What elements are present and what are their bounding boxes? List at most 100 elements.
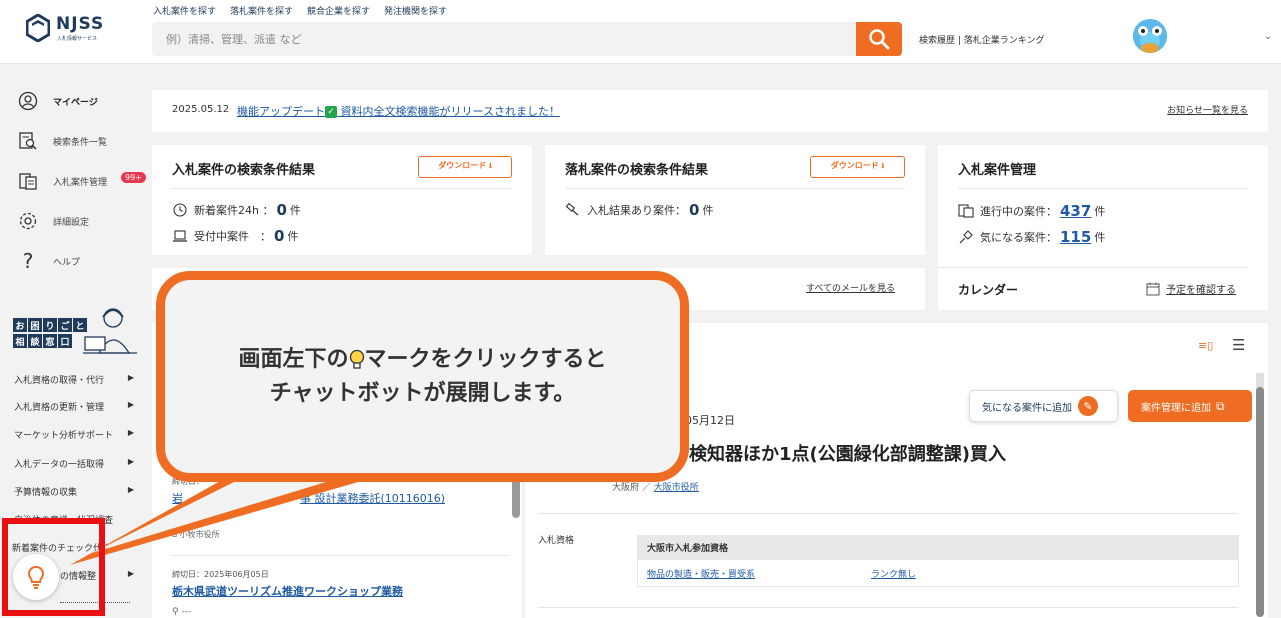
qualification-label: 入札資格: [538, 536, 575, 546]
download-button[interactable]: ダウンロード ⭳: [418, 156, 512, 178]
location-label: ⚲ ---: [172, 607, 192, 617]
top-nav: 入札案件を探す 落札案件を探す 競合企業を探す 発注機関を探す: [153, 4, 447, 17]
org-link[interactable]: 大阪市役所: [654, 483, 699, 493]
sidebar-link-budget[interactable]: 予算情報の収集 ▶: [14, 485, 134, 498]
add-to-manage-button[interactable]: 案件管理に追加 ⧉: [1128, 390, 1252, 422]
all-mail-link[interactable]: すべてのメールを見る: [806, 281, 895, 294]
logo-text: NJSS: [56, 14, 105, 34]
sidebar-item-search-list[interactable]: 検索条件一覧: [17, 130, 107, 152]
nav-search-competitors[interactable]: 競合企業を探す: [307, 4, 370, 17]
chevron-right-icon: ▶: [127, 373, 134, 382]
search-box: [152, 22, 856, 56]
sidebar-item-bid-manage[interactable]: 入札案件管理 99+: [17, 170, 147, 192]
sidebar-item-settings[interactable]: 詳細設定: [17, 210, 89, 232]
detail-title: ル検知器ほか1点(公園緑化部調整課)買入: [671, 444, 1006, 465]
callout-line-1: 画面左下の マークをクリックすると: [238, 346, 607, 372]
header-links[interactable]: 検索履歴 | 落札企業ランキング: [919, 33, 1045, 46]
divider: [565, 188, 905, 189]
detail-scroll-thumb[interactable]: [1256, 387, 1264, 617]
favorite-count-link[interactable]: 115: [1060, 228, 1091, 246]
chevron-right-icon: ▶: [127, 569, 134, 578]
help-char: 口: [58, 334, 72, 348]
deadline-label: 締切日：2025年06月05日: [172, 570, 269, 579]
frog-avatar-icon: [1133, 19, 1167, 53]
bid-manage-card: 入札案件管理 進行中の案件： 437 件 気になる案件： 115 件 カレンダー 予定を…: [938, 145, 1268, 310]
sidebar-item-label: 入札案件管理: [53, 177, 108, 188]
logo-subtext: 入札情報サービス: [57, 36, 98, 42]
lightbulb-icon: [349, 349, 364, 369]
sidebar-item-label: 詳細設定: [53, 217, 90, 228]
news-bar: 2025.05.12 機能アップデート ✓ 資料内全文検索機能がリリースされました…: [152, 90, 1268, 132]
bid-title-link[interactable]: 事 設計業務委託(10116016): [300, 490, 445, 506]
clock-icon: [173, 203, 187, 217]
award-search-card: 落札案件の検索条件結果 ダウンロード ⭳ 入札結果あり案件： 0 件: [545, 145, 925, 255]
qual-table-header: 大阪市入札参加資格: [637, 535, 1239, 559]
nav-search-agencies[interactable]: 発注機関を探す: [384, 4, 447, 17]
sidebar-link-market-support[interactable]: マーケット分析サポート ▶: [14, 428, 134, 441]
checkmark-icon: ✓: [325, 106, 337, 118]
search-button[interactable]: [856, 22, 902, 56]
divider: [938, 267, 1248, 268]
avatar[interactable]: [1133, 19, 1167, 53]
help-char: 談: [28, 334, 42, 348]
divider: [538, 607, 1238, 608]
open-bids-stat[interactable]: 受付中案件 ： 0 件: [172, 227, 298, 245]
news-link[interactable]: 機能アップデート ✓ 資料内全文検索機能がリリースされました！: [237, 103, 560, 119]
bid-title-link[interactable]: 岩: [172, 490, 183, 506]
calendar-link[interactable]: 予定を確認する: [1146, 281, 1236, 296]
question-icon: ?: [22, 249, 34, 273]
sidebar-item-label: 検索条件一覧: [53, 137, 108, 148]
pin-icon: [959, 230, 973, 244]
search-input[interactable]: [152, 22, 856, 56]
qual-category-link[interactable]: 物品の製造・販売・買受系: [647, 567, 755, 580]
user-circle-icon: [17, 90, 39, 112]
logo-hex-icon: [26, 14, 50, 42]
notification-badge: 99+: [121, 172, 146, 183]
download-button[interactable]: ダウンロード ⭳: [810, 156, 905, 178]
bid-title-link[interactable]: 栃木県武道ツーリズム推進ワークショップ業務: [172, 583, 403, 599]
nav-search-awards[interactable]: 落札案件を探す: [230, 4, 293, 17]
sidebar-item-help[interactable]: ? ヘルプ: [17, 249, 80, 273]
in-progress-count-link[interactable]: 437: [1060, 202, 1091, 220]
chatbot-button[interactable]: [13, 554, 59, 600]
instruction-callout: 画面左下の マークをクリックすると チャットボットが展開します。: [156, 271, 689, 482]
pin-icon: ✎: [1078, 396, 1098, 416]
gavel-icon: [565, 203, 579, 216]
news-date: 2025.05.12: [172, 104, 230, 115]
news-more-link[interactable]: お知らせ一覧を見る: [1167, 103, 1248, 116]
sidebar-link-bulk-data[interactable]: 入札データの一括取得 ▶: [14, 457, 134, 470]
document-icon: [958, 204, 974, 218]
gear-icon: [17, 210, 39, 232]
list-view-icon[interactable]: ☰: [1232, 336, 1245, 354]
new-bids-stat[interactable]: 新着案件24h ： 0 件: [172, 201, 301, 219]
bid-search-card: 入札案件の検索条件結果 ダウンロード ⭳ 新着案件24h ： 0 件 受付中案件 ：…: [152, 145, 532, 255]
search-list-icon: [17, 130, 39, 152]
sidebar-item-mypage[interactable]: マイページ: [17, 90, 98, 112]
chevron-right-icon: ▶: [127, 400, 134, 409]
qual-rank-link[interactable]: ランク無し: [871, 567, 916, 580]
document-icon: [17, 170, 39, 192]
sidebar-link-qual-renew[interactable]: 入札資格の更新・管理 ▶: [14, 400, 134, 413]
nav-search-bids[interactable]: 入札案件を探す: [153, 4, 216, 17]
help-char: お: [13, 318, 27, 332]
org-label: ⌂ 小牧市役所: [172, 530, 220, 539]
laptop-icon: [173, 230, 187, 242]
detail-date: 05月12日: [685, 414, 735, 427]
search-icon: [869, 29, 890, 50]
calendar-title: カレンダー: [958, 283, 1019, 297]
help-char: 困: [28, 318, 42, 332]
add-favorite-button[interactable]: 気になる案件に追加 ✎: [969, 390, 1118, 422]
account-chevron-down-icon[interactable]: ⌄: [1264, 31, 1272, 42]
sidebar-link-qual-acquire[interactable]: 入札資格の取得・代行 ▶: [14, 373, 134, 386]
calendar-icon: [1146, 282, 1160, 295]
in-progress-stat[interactable]: 進行中の案件： 437 件: [958, 202, 1105, 220]
split-view-icon[interactable]: ≡▯: [1198, 339, 1213, 352]
app-header: NJSS 入札情報サービス 入札案件を探す 落札案件を探す 競合企業を探す 発注…: [0, 0, 1281, 64]
njss-logo[interactable]: NJSS 入札情報サービス: [26, 12, 116, 46]
help-char: 窓: [43, 334, 57, 348]
award-results-stat[interactable]: 入札結果あり案件： 0 件: [565, 201, 713, 219]
chevron-right-icon: ▶: [127, 428, 134, 437]
consultation-banner[interactable]: お 困 り ご と 相 談 窓 口: [13, 303, 138, 358]
divider: [538, 513, 1238, 514]
favorite-stat[interactable]: 気になる案件： 115 件: [958, 228, 1105, 246]
